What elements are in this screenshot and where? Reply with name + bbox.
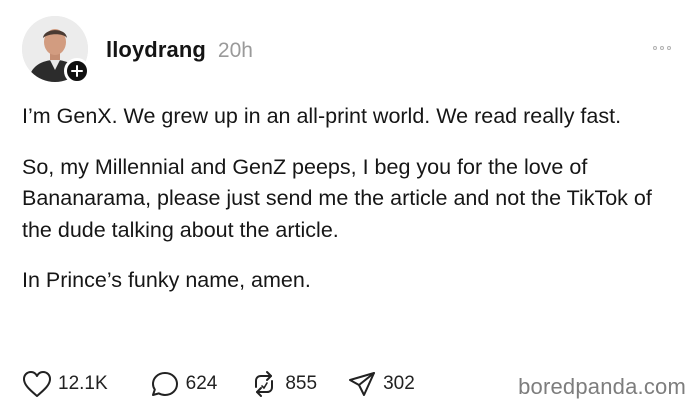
action-bar: 12.1K 624 855 302	[22, 368, 415, 400]
like-button[interactable]: 12.1K	[22, 370, 108, 398]
post-paragraph: I’m GenX. We grew up in an all-print wor…	[22, 104, 622, 128]
more-dots-icon	[653, 46, 657, 50]
share-button[interactable]: 302	[347, 370, 415, 398]
share-count: 302	[383, 373, 415, 394]
more-options-button[interactable]	[646, 40, 678, 56]
more-dot	[660, 46, 664, 50]
reply-button[interactable]: 624	[150, 370, 218, 398]
post-paragraph: In Prince’s funky name, amen.	[22, 268, 311, 292]
watermark-text: boredpanda.com	[518, 374, 686, 399]
post-header: lloydrang 20h	[106, 37, 253, 63]
post-timestamp: 20h	[217, 39, 253, 62]
post-card: lloydrang 20h I’m GenX. We grew up in an…	[0, 0, 700, 412]
reply-count: 624	[185, 373, 218, 394]
repost-count: 855	[285, 373, 318, 394]
avatar-container[interactable]	[22, 16, 90, 84]
username-link[interactable]: lloydrang	[106, 37, 206, 63]
more-dot	[667, 46, 671, 50]
post-body: I’m GenX. We grew up in an all-print wor…	[22, 101, 682, 297]
like-count: 12.1K	[58, 373, 108, 394]
repost-arrows-icon	[255, 371, 274, 397]
send-icon	[349, 372, 376, 396]
follow-button[interactable]	[64, 58, 90, 84]
plus-icon	[71, 65, 83, 77]
repost-button[interactable]: 855	[249, 370, 317, 398]
speech-bubble-icon	[151, 372, 178, 396]
post-paragraph: So, my Millennial and GenZ peeps, I beg …	[22, 154, 652, 242]
heart-icon	[23, 371, 51, 397]
